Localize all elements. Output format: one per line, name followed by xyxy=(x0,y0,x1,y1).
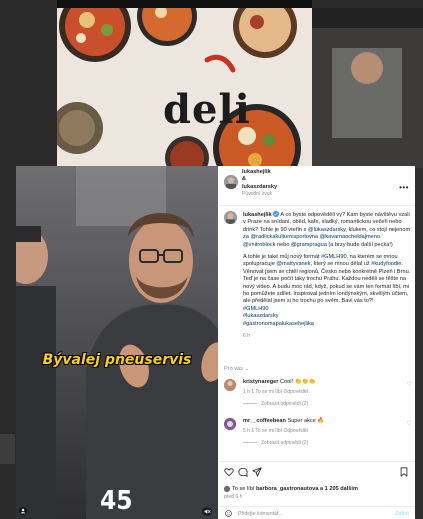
avatar-image xyxy=(224,175,238,189)
commenter-username[interactable]: kristynareger xyxy=(243,379,278,385)
mention-link[interactable]: @radlickakulturnisportovna xyxy=(250,234,318,240)
caption-username[interactable]: lukashejlik xyxy=(243,212,272,218)
hashtag-link[interactable]: #kudyfoodie xyxy=(371,261,401,267)
audio-label[interactable]: Původní zvuk xyxy=(242,191,277,198)
author-avatar[interactable] xyxy=(224,175,238,189)
likes-count[interactable]: a 1 205 dalším xyxy=(320,486,358,492)
heart-icon[interactable]: ♡ xyxy=(407,421,412,428)
heart-icon[interactable]: ♡ xyxy=(407,382,412,389)
caption-text-part: (a brzy bude další pecka!) xyxy=(328,241,393,248)
avatar-image xyxy=(224,418,236,430)
share-icon[interactable] xyxy=(252,467,262,477)
video-caption-overlay: Bývalej pneuservis xyxy=(42,352,192,368)
commenter-username[interactable]: mr__coffeebean xyxy=(243,418,286,424)
comment-body: Super akce 🔥 xyxy=(287,418,325,424)
reel-video[interactable]: Bývalej pneuservis 45 xyxy=(16,166,218,519)
feed-card-title: deli xyxy=(163,86,251,133)
hashtag-link[interactable]: #GMLH90 xyxy=(243,306,269,312)
add-comment-input[interactable]: Přidejte komentář... xyxy=(238,511,283,518)
verified-icon xyxy=(273,211,280,217)
chevron-down-icon: ⌄ xyxy=(244,366,249,372)
caption-paragraph-2: A tohle je také můj nový formát xyxy=(243,254,320,261)
user-tag-icon[interactable] xyxy=(19,507,27,515)
avatar-image xyxy=(224,379,236,391)
caption-time: 6 h xyxy=(243,333,250,340)
bookmark-icon[interactable] xyxy=(399,467,409,477)
comment-meta[interactable]: 1 h 1 To se mi líbí Odpovědět xyxy=(243,389,308,396)
view-replies-button[interactable]: Zobrazit odpovědi (2) xyxy=(243,401,308,408)
avatar-image xyxy=(224,486,230,492)
likes-user[interactable]: barbora_gastronautova xyxy=(256,486,318,492)
post-modal: Bývalej pneuservis 45 lukashejlik & luka… xyxy=(16,166,415,519)
post-side-panel: lukashejlik & lukaszdarsky Původní zvuk … xyxy=(218,166,415,519)
background-right-strip xyxy=(415,168,423,519)
comment-meta[interactable]: 5 h 1 To se mi líbí Odpovědět xyxy=(243,428,308,435)
video-countdown-number: 45 xyxy=(100,486,133,516)
mute-icon[interactable] xyxy=(202,507,212,516)
caption-text-part: nebo xyxy=(276,241,290,248)
feed-thumbnail-right[interactable] xyxy=(312,8,423,170)
caption-avatar[interactable] xyxy=(224,211,237,224)
like-heart-icon[interactable] xyxy=(224,467,234,477)
caption-text-part: , který se mnou dělal už xyxy=(310,261,370,268)
post-header: lukashejlik & lukaszdarsky Původní zvuk … xyxy=(218,166,415,206)
more-icon[interactable]: ••• xyxy=(399,183,409,191)
post-comment-button[interactable]: Sdílet xyxy=(395,511,409,518)
commenter-avatar[interactable] xyxy=(224,418,236,430)
liker-avatar[interactable] xyxy=(224,486,230,492)
mention-link[interactable]: @mattyvanek xyxy=(276,261,310,267)
comment-text: kristynareger Cool! 👏👏👏 xyxy=(243,379,403,386)
author-username[interactable]: lukashejlik xyxy=(242,169,277,176)
emoji-icon[interactable] xyxy=(225,510,232,517)
mention-link[interactable]: @grampragua xyxy=(291,242,327,248)
comment-icon[interactable] xyxy=(238,467,248,477)
likes-prefix: To se líbí xyxy=(232,486,255,492)
view-replies-button[interactable]: Zobrazit odpovědi (2) xyxy=(243,440,308,447)
feed-card-deli[interactable]: deli xyxy=(57,8,312,168)
author-separator: & xyxy=(242,176,247,183)
post-actions: To se líbí barbora_gastronautova a 1 205… xyxy=(218,461,415,519)
hashtag-link[interactable]: #GMLH90 xyxy=(321,254,347,260)
hashtag-link[interactable]: #lukaszdarsky xyxy=(243,313,278,319)
comment-text: mr__coffeebean Super akce 🔥 xyxy=(243,418,403,425)
feed-thumbnail-left[interactable] xyxy=(0,434,15,464)
likes-text[interactable]: To se líbí barbora_gastronautova a 1 205… xyxy=(232,486,358,493)
avatar-image xyxy=(224,211,237,224)
thumbnail-photo xyxy=(312,8,423,170)
caption-text: lukashejlik A co byste odpověděli vy? Ka… xyxy=(243,211,412,341)
hashtag-link[interactable]: #gastronomapalukasehejlika xyxy=(243,321,314,327)
comments-filter-label: Pro vás xyxy=(224,366,243,372)
video-frame xyxy=(16,166,218,519)
caption-text-part: . Věnovat jsem se chtěl regionů, Česko n… xyxy=(243,261,411,305)
comment-body: Cool! 👏👏👏 xyxy=(280,379,316,385)
commenter-avatar[interactable] xyxy=(224,379,236,391)
add-comment-bar: Přidejte komentář... Sdílet xyxy=(218,506,415,519)
comments-filter[interactable]: Pro vás ⌄ xyxy=(224,366,249,373)
mention-link[interactable]: @lukaszdarsky xyxy=(308,227,346,233)
posted-time: před 6 h xyxy=(224,494,243,500)
